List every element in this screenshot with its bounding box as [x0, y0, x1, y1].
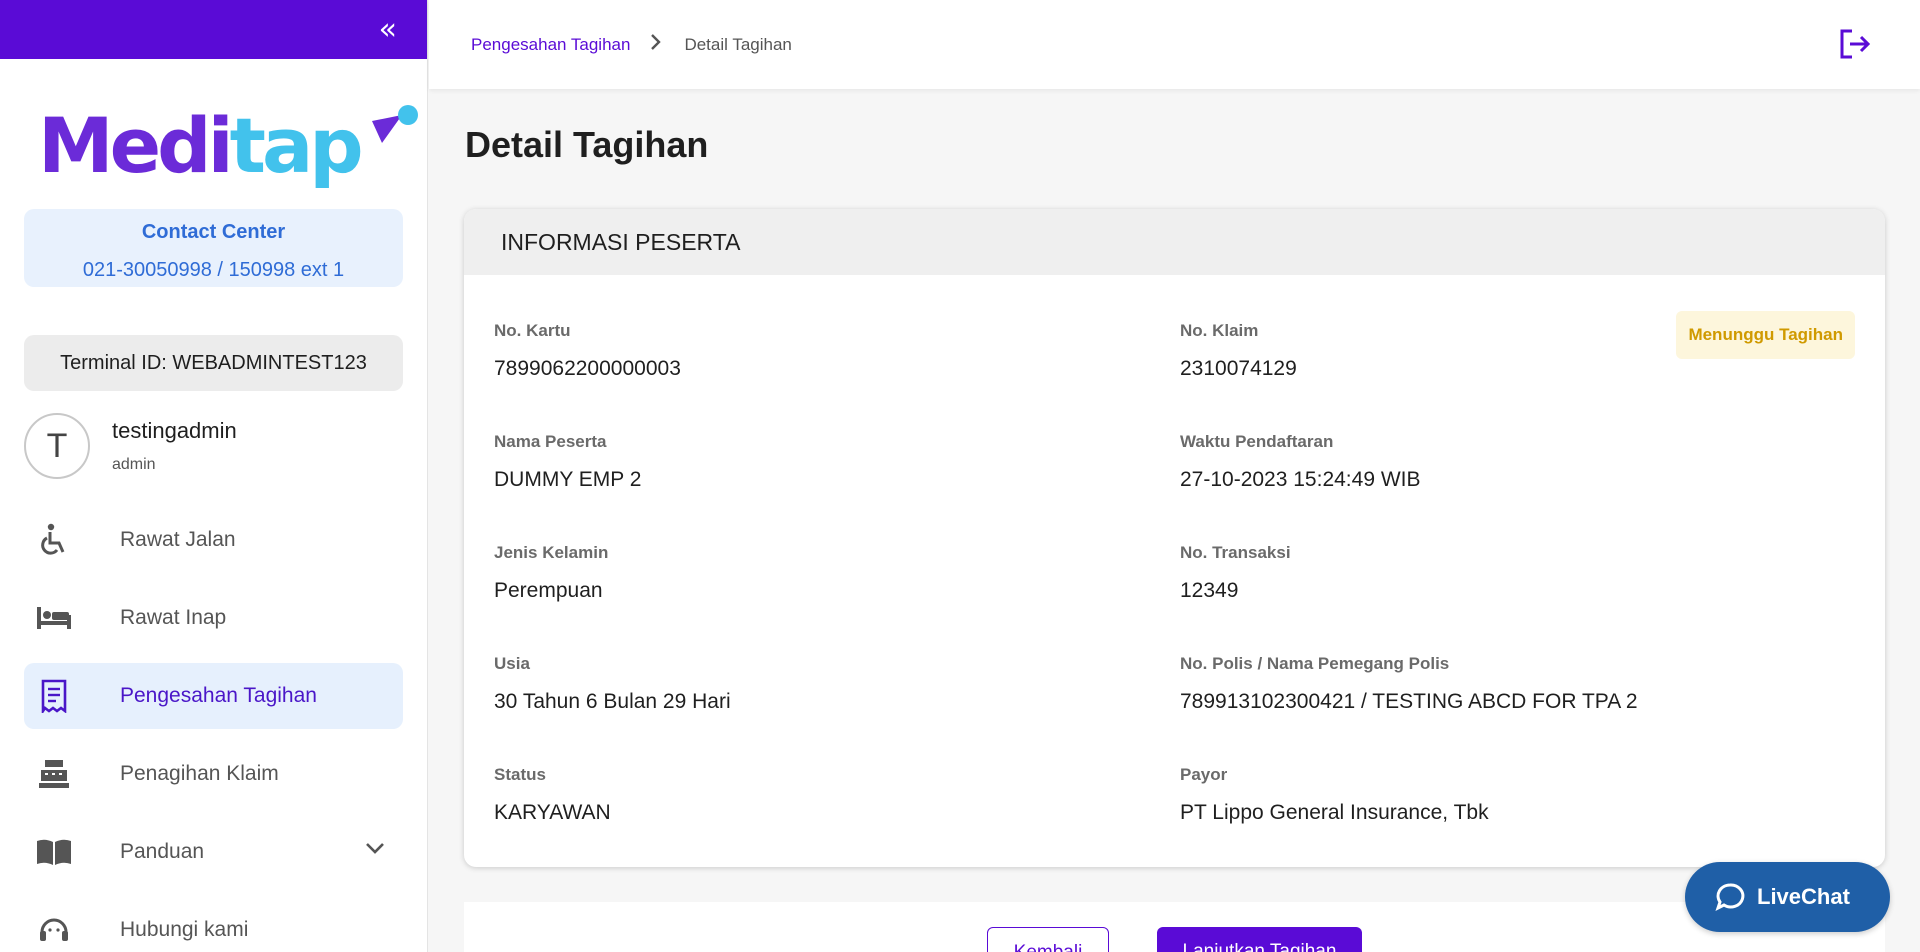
user-profile: T testingadmin admin: [24, 413, 427, 479]
contact-center-phone: 021-30050998 / 150998 ext 1: [82, 259, 345, 281]
continue-billing-button[interactable]: Lanjutkan Tagihan: [1157, 927, 1362, 952]
field-status: Status KARYAWAN: [494, 765, 611, 824]
sidebar-item-pengesahan-tagihan[interactable]: Pengesahan Tagihan: [24, 663, 403, 729]
sidebar-item-label: Hubungi kami: [120, 918, 249, 941]
sidebar-item-panduan[interactable]: Panduan: [24, 819, 403, 885]
sidebar-item-rawat-inap[interactable]: Rawat Inap: [24, 585, 403, 651]
cash-register-icon: [36, 756, 72, 792]
field-no-transaksi: No. Transaksi 12349: [1180, 543, 1291, 602]
contact-center-box: Contact Center 021-30050998 / 150998 ext…: [24, 209, 403, 287]
terminal-id: Terminal ID: WEBADMINTEST123: [24, 335, 403, 391]
participant-info-card: INFORMASI PESERTA Menunggu Tagihan No. K…: [464, 209, 1885, 867]
field-no-polis: No. Polis / Nama Pemegang Polis 78991310…: [1180, 654, 1638, 713]
sidebar-item-label: Rawat Inap: [120, 606, 227, 629]
contact-center-title: Contact Center: [141, 221, 286, 243]
breadcrumb-current: Detail Tagihan: [684, 34, 792, 54]
field-nama-peserta: Nama Peserta DUMMY EMP 2: [494, 432, 642, 491]
livechat-label: LiveChat: [1757, 884, 1850, 909]
sidebar: « Meditap Contact Center 021-30050998 / …: [0, 0, 428, 952]
book-icon: [36, 834, 72, 870]
sidebar-item-hubungi-kami[interactable]: Hubungi kami: [24, 897, 403, 952]
user-role: admin: [112, 456, 156, 473]
avatar: T: [24, 413, 90, 479]
meditap-logo: Meditap: [38, 105, 427, 185]
field-payor: Payor PT Lippo General Insurance, Tbk: [1180, 765, 1489, 824]
breadcrumb-parent-link[interactable]: Pengesahan Tagihan: [471, 35, 630, 55]
sidebar-item-label: Panduan: [120, 840, 205, 863]
sidebar-nav: Rawat Jalan Rawat Inap Pengesahan Tagiha…: [0, 507, 427, 952]
headset-icon: [36, 912, 72, 948]
chevron-right-icon: [650, 33, 662, 57]
field-no-klaim: No. Klaim 2310074129: [1180, 321, 1297, 380]
card-title: INFORMASI PESERTA: [464, 209, 1885, 275]
bed-icon: [36, 600, 72, 636]
status-badge: Menunggu Tagihan: [1676, 311, 1855, 359]
chat-bubble-icon: [1715, 883, 1745, 911]
user-name: testingadmin: [112, 418, 237, 443]
chevron-down-icon[interactable]: [365, 841, 385, 855]
receipt-icon: [36, 678, 72, 714]
top-header: Pengesahan Tagihan Detail Tagihan: [429, 0, 1920, 89]
livechat-button[interactable]: LiveChat: [1685, 862, 1890, 932]
field-usia: Usia 30 Tahun 6 Bulan 29 Hari: [494, 654, 731, 713]
logo-mark-icon: [372, 105, 418, 143]
page-title: Detail Tagihan: [465, 124, 709, 165]
sidebar-topbar: «: [0, 0, 427, 59]
logout-icon[interactable]: [1838, 28, 1872, 65]
collapse-sidebar-icon[interactable]: «: [379, 14, 397, 45]
back-button[interactable]: Kembali: [987, 927, 1109, 952]
field-waktu-pendaftaran: Waktu Pendaftaran 27-10-2023 15:24:49 WI…: [1180, 432, 1421, 491]
field-jenis-kelamin: Jenis Kelamin Perempuan: [494, 543, 609, 602]
field-no-kartu: No. Kartu 7899062200000003: [494, 321, 681, 380]
sidebar-item-penagihan-klaim[interactable]: Penagihan Klaim: [24, 741, 403, 807]
sidebar-item-rawat-jalan[interactable]: Rawat Jalan: [24, 507, 403, 573]
sidebar-item-label: Penagihan Klaim: [120, 762, 279, 785]
sidebar-item-label: Pengesahan Tagihan: [120, 684, 317, 707]
sidebar-item-label: Rawat Jalan: [120, 528, 236, 551]
wheelchair-icon: [36, 522, 72, 558]
